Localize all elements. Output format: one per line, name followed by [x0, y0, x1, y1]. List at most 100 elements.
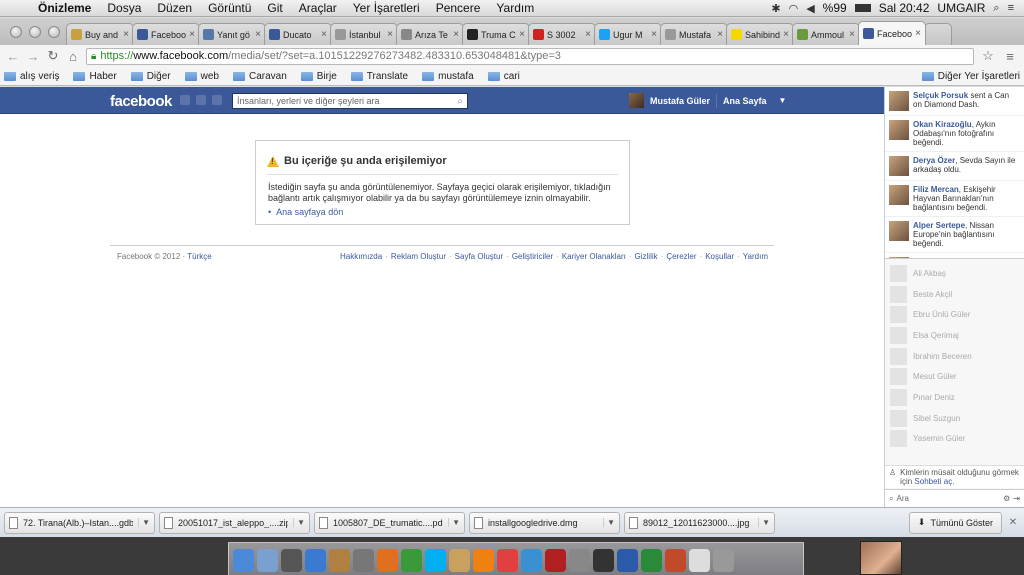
documents-icon[interactable]: [689, 549, 710, 572]
bookmark-item[interactable]: Diğer: [130, 71, 171, 82]
bookmark-item[interactable]: Haber: [73, 71, 117, 82]
browser-tab[interactable]: Buy and ×: [66, 23, 134, 45]
bookmark-other[interactable]: Diğer Yer İşaretleri: [921, 71, 1020, 82]
chat-contact[interactable]: Yasemin Güler: [885, 429, 1024, 450]
menu-icon[interactable]: ≡: [1002, 49, 1018, 64]
spotlight-icon[interactable]: ⌕: [993, 2, 999, 15]
powerpoint-icon[interactable]: [665, 549, 686, 572]
close-icon[interactable]: ×: [387, 29, 393, 40]
footer-link[interactable]: Çerezler: [666, 252, 696, 261]
avatar[interactable]: [889, 156, 909, 176]
user-name[interactable]: UMGAIR: [937, 1, 985, 15]
browser-tab[interactable]: Mustafa ×: [660, 23, 728, 45]
fb-search-input[interactable]: İnsanları, yerleri ve diğer şeyleri ara …: [232, 93, 468, 109]
browser-tab[interactable]: Arıza Te ×: [396, 23, 464, 45]
zoom-window-button[interactable]: [48, 26, 60, 38]
chevron-down-icon[interactable]: ▼: [448, 518, 460, 527]
close-icon[interactable]: ×: [717, 29, 723, 40]
excel-icon[interactable]: [641, 549, 662, 572]
chat-contact[interactable]: Elsa Qerimaj: [885, 325, 1024, 346]
browser-tab[interactable]: Ammoul ×: [792, 23, 860, 45]
bookmark-item[interactable]: Caravan: [232, 71, 287, 82]
clock[interactable]: Sal 20:42: [879, 1, 930, 15]
bookmark-star-icon[interactable]: ☆: [980, 48, 996, 64]
wifi-icon[interactable]: ◠: [789, 2, 799, 15]
photobooth-icon[interactable]: [545, 549, 566, 572]
ticker-name[interactable]: Derya Özer: [913, 156, 955, 165]
show-all-downloads-button[interactable]: ⬇ Tümünü Göster: [908, 511, 1002, 534]
open-chat-link[interactable]: Sohbeti aç.: [914, 477, 954, 486]
browser-tab[interactable]: Sahibind ×: [726, 23, 794, 45]
menu-app-name[interactable]: Önizleme: [30, 1, 99, 15]
footer-link[interactable]: Koşullar: [705, 252, 734, 261]
trash-icon[interactable]: [713, 549, 734, 572]
footer-link[interactable]: Geliştiriciler: [512, 252, 553, 261]
browser-tab[interactable]: Ugur M ×: [594, 23, 662, 45]
bookmark-item[interactable]: Birje: [300, 71, 337, 82]
menu-view[interactable]: Görüntü: [200, 1, 259, 15]
footer-link[interactable]: Gizlilik: [635, 252, 658, 261]
ticker-item[interactable]: Okan Kirazoğlu, Aykın Odabaşı'nın fotoğr…: [885, 116, 1024, 152]
fb-home-link[interactable]: Ana Sayfa: [723, 96, 767, 106]
chat-contact[interactable]: Beste Akçil: [885, 284, 1024, 305]
forward-icon[interactable]: →: [26, 49, 40, 64]
messages-icon[interactable]: [196, 95, 206, 105]
close-window-button[interactable]: [10, 26, 22, 38]
close-icon[interactable]: ×: [255, 29, 261, 40]
sysprefs-icon[interactable]: [569, 549, 590, 572]
ticker-name[interactable]: Filiz Mercan: [913, 185, 959, 194]
download-item[interactable]: 72. Tirana(Alb.)–Istan....gdb ▼: [4, 511, 155, 534]
friend-requests-icon[interactable]: [180, 95, 190, 105]
browser-tab[interactable]: S 3002 ×: [528, 23, 596, 45]
close-icon[interactable]: ×: [321, 29, 327, 40]
browser-tab[interactable]: Yanıt gö ×: [198, 23, 266, 45]
bookmark-item[interactable]: alış veriş: [4, 71, 59, 82]
avatar[interactable]: [629, 93, 644, 108]
browser-tab[interactable]: Facebook×: [132, 23, 200, 45]
home-return-link[interactable]: Ana sayfaya dön: [276, 207, 343, 217]
calendar-icon[interactable]: [497, 549, 518, 572]
calculator-icon[interactable]: [353, 549, 374, 572]
app-icon[interactable]: [593, 549, 614, 572]
avatar[interactable]: [889, 120, 909, 140]
chrome-icon[interactable]: [401, 549, 422, 572]
footer-link[interactable]: Kariyer Olanakları: [562, 252, 626, 261]
footer-link[interactable]: Reklam Oluştur: [391, 252, 446, 261]
bookmark-item[interactable]: web: [184, 71, 219, 82]
download-item[interactable]: installgoogledrive.dmg ▼: [469, 511, 620, 534]
chat-contact[interactable]: Pınar Deniz: [885, 387, 1024, 408]
ticker-item[interactable]: Selçuk Porsuk sent a Can on Diamond Dash…: [885, 87, 1024, 116]
avatar[interactable]: [889, 221, 909, 241]
ticker-item[interactable]: Derya Özer, Sevda Sayın ile arkadaş oldu…: [885, 152, 1024, 181]
fb-logo[interactable]: facebook: [110, 93, 172, 110]
desktop-photo-thumbnail[interactable]: [860, 541, 902, 575]
ticker-item[interactable]: Filiz Mercan, Eskişehir Hayvan Barınakla…: [885, 181, 1024, 217]
skype-icon[interactable]: [425, 549, 446, 572]
chevron-down-icon[interactable]: ▼: [603, 518, 615, 527]
ticker-item[interactable]: Alper Sertepe, Nissan Europe'nin bağlant…: [885, 217, 1024, 253]
battery-percent[interactable]: %99: [823, 1, 847, 15]
bookmark-item[interactable]: cari: [487, 71, 520, 82]
safari-icon[interactable]: [521, 549, 542, 572]
chat-contact[interactable]: İbrahim Beceren: [885, 346, 1024, 367]
menu-edit[interactable]: Düzen: [149, 1, 200, 15]
bookmark-item[interactable]: Translate: [350, 71, 408, 82]
avatar[interactable]: [889, 185, 909, 205]
itunes-icon[interactable]: [305, 549, 326, 572]
back-icon[interactable]: ←: [6, 49, 20, 64]
bluetooth-icon[interactable]: ✱: [771, 2, 780, 15]
footer-link[interactable]: Hakkımızda: [340, 252, 382, 261]
download-item[interactable]: 20051017_ist_aleppo_....zip ▼: [159, 511, 310, 534]
fb-user-name[interactable]: Mustafa Güler: [650, 96, 710, 106]
close-icon[interactable]: ×: [123, 29, 129, 40]
chevron-down-icon[interactable]: ▼: [138, 518, 150, 527]
new-tab-button[interactable]: [924, 23, 952, 45]
notifications-icon[interactable]: [212, 95, 222, 105]
browser-tab[interactable]: İstanbul ×: [330, 23, 398, 45]
chat-contact[interactable]: Sibel Suzgun: [885, 408, 1024, 429]
popout-icon[interactable]: ⇥: [1013, 494, 1020, 503]
menu-bookmarks[interactable]: Yer İşaretleri: [345, 1, 428, 15]
search-icon[interactable]: ⌕: [457, 96, 463, 107]
address-bar[interactable]: 🔒︎ https:// www.facebook.com /media/set/…: [86, 47, 974, 65]
close-icon[interactable]: ×: [783, 29, 789, 40]
